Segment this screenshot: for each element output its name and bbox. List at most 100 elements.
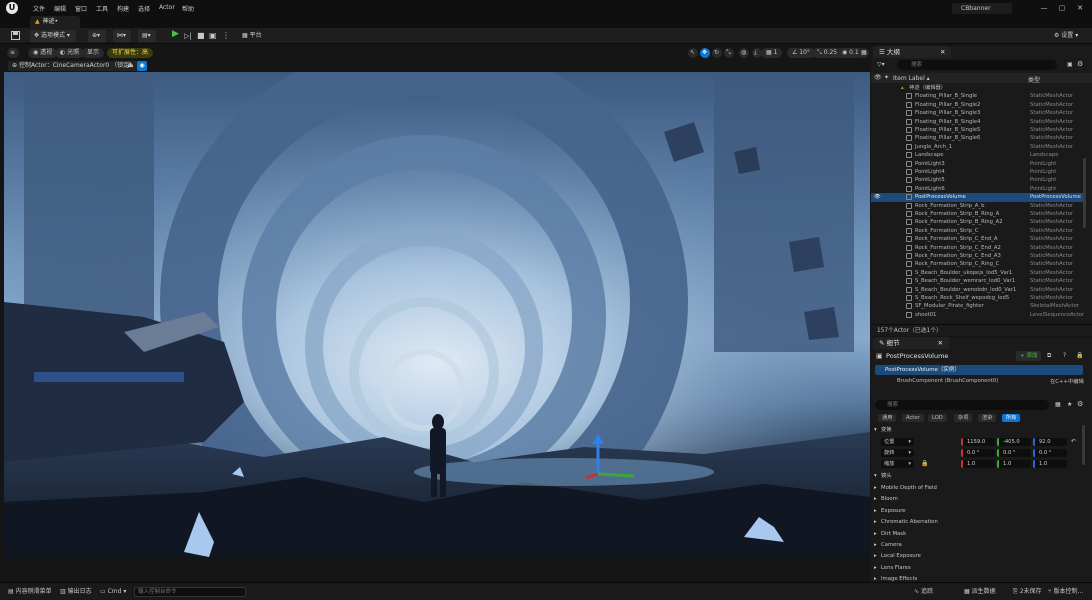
details-tab[interactable]: ✎ 细节 ✕ [873, 337, 950, 349]
visibility-header-icon[interactable]: 👁 [874, 74, 882, 81]
outliner-tab[interactable]: ☰ 大纲 ✕ [873, 46, 952, 58]
help-icon[interactable]: ? [1063, 352, 1066, 359]
pilot-actor-label[interactable]: ⊕ 控制Actor：CineCameraActor0 （锁定） [8, 61, 140, 71]
pin-header-icon[interactable]: ✦ [884, 74, 889, 81]
camera-view-icon[interactable]: ◉ [137, 61, 147, 71]
lock-icon[interactable]: 🔒 [1076, 352, 1083, 359]
outliner-row[interactable]: Rock_Formation_Strip_C_End_A3 StaticMeshA… [871, 252, 1084, 260]
save-icon[interactable] [11, 31, 20, 40]
show-button[interactable]: 显示 [82, 48, 105, 58]
outliner-row[interactable]: S_Beach_Boulder_wenobdn_lod0_Var1 StaticM… [871, 286, 1084, 294]
details-section-header[interactable]: Mobile Depth of Field [871, 483, 1084, 493]
select-tool-icon[interactable]: ↖ [688, 48, 698, 58]
outliner-row[interactable]: S_Beach_Rock_Shelf_wepodcg_lod5 StaticMes… [871, 294, 1084, 302]
location-x[interactable]: 1159.0 [961, 438, 995, 446]
instance-row[interactable]: PostProcessVolume（实例） [875, 365, 1083, 375]
perspective-button[interactable]: ◉ 透视 [28, 48, 58, 58]
outliner-settings-icon[interactable]: ⚙ [1077, 60, 1083, 68]
transform-section-header[interactable]: 变换 [871, 425, 1084, 435]
trace-button[interactable]: ∿ 追踪 [914, 587, 933, 597]
edit-cpp-link[interactable]: 在C++中编辑 [1050, 377, 1084, 385]
outliner-row[interactable]: Jungle_Arch_1 StaticMeshActor [871, 143, 1084, 151]
close-details-tab-icon[interactable]: ✕ [938, 339, 943, 347]
outliner-row[interactable]: Rock_Formation_Strip_B_Ring_A StaticMeshA… [871, 210, 1084, 218]
outliner-row[interactable]: PointLight4 PointLight [871, 168, 1084, 176]
world-space-icon[interactable]: ◍ [739, 48, 749, 58]
translate-tool-icon[interactable]: ✥ [700, 48, 710, 58]
rotation-snap-value[interactable]: ∠ 10° [787, 48, 815, 58]
filter-all[interactable]: 所有 [1002, 414, 1021, 422]
item-label-header[interactable]: Item Label ▴ [893, 75, 930, 82]
outliner-row[interactable]: Floating_Pillar_B_Single StaticMeshActor [871, 92, 1084, 100]
scale-lock-icon[interactable]: 🔒 [921, 460, 928, 467]
menu-edit[interactable]: 编辑 [54, 4, 66, 13]
layout-icon[interactable]: ▦ [859, 48, 869, 58]
outliner-row[interactable]: Landscape Landscape [871, 151, 1084, 159]
settings-button[interactable]: ⚙ 设置 ▾ [1050, 30, 1084, 42]
scalability-button[interactable]: 可扩展性：高 [107, 48, 154, 58]
details-section-header[interactable]: Bloom [871, 494, 1084, 504]
outliner-row[interactable]: PointLight6 PointLight [871, 185, 1084, 193]
outliner-row[interactable]: PointLight5 PointLight [871, 176, 1084, 184]
visibility-icon[interactable]: 👁 [874, 193, 881, 201]
filter-icon[interactable]: ▽▾ [877, 61, 885, 68]
eject-icon[interactable]: ▣ [209, 30, 217, 41]
world-root-row[interactable]: ▴ 神迹（编辑器） [871, 84, 1084, 92]
cinematics-button[interactable]: ▤▾ [138, 30, 156, 42]
filter-rendering[interactable]: 渲染 [978, 414, 997, 422]
details-section-header[interactable]: Exposure [871, 506, 1084, 516]
rotation-x[interactable]: 0.0 ° [961, 449, 995, 457]
output-log-button[interactable]: ▥ 输出日志 [60, 587, 92, 597]
menu-help[interactable]: 帮助 [182, 4, 194, 13]
console-command-input[interactable]: 输入控制台命令 [134, 587, 246, 597]
outliner-row[interactable]: S_Beach_Boulder_wemrarc_lod0_Var1 StaticM… [871, 277, 1084, 285]
scale-y[interactable]: 1.0 [997, 460, 1031, 468]
outliner-row[interactable]: S_Beach_Boulder_ukopejs_lod5_Var1 StaticM… [871, 269, 1084, 277]
menu-select[interactable]: 选择 [138, 4, 150, 13]
filter-common[interactable]: 通用 [878, 414, 897, 422]
viewport-menu-icon[interactable]: ≡ [7, 48, 19, 58]
scale-tool-icon[interactable]: ⤡ [724, 48, 734, 58]
outliner-row[interactable]: Floating_Pillar_B_Single5 StaticMeshActor [871, 126, 1084, 134]
derived-data-button[interactable]: ▦ 派生数据 [964, 587, 996, 597]
rotation-dropdown[interactable]: 旋转 ▾ [881, 449, 914, 457]
outliner-row[interactable]: Floating_Pillar_B_Single6 StaticMeshActor [871, 134, 1084, 142]
cmd-dropdown[interactable]: ▭ Cmd ▾ [100, 587, 126, 597]
unsaved-button[interactable]: ⎘ 2未保存 [1013, 587, 1042, 597]
lighting-button[interactable]: ◐ 光照 [55, 48, 85, 58]
location-z[interactable]: 92.0 [1033, 438, 1067, 446]
location-y[interactable]: -405.0 [997, 438, 1031, 446]
rotate-tool-icon[interactable]: ↻ [712, 48, 722, 58]
step-icon[interactable]: ▷| [184, 31, 192, 42]
outliner-row[interactable]: 👁 PostProcessVolume PostProcessVolume [871, 193, 1084, 202]
play-icon[interactable]: ▶ [172, 29, 179, 40]
outliner-row[interactable]: Floating_Pillar_B_Single2 StaticMeshActor [871, 101, 1084, 109]
scale-x[interactable]: 1.0 [961, 460, 995, 468]
minimize-icon[interactable]: — [1038, 3, 1050, 14]
details-section-header[interactable]: Local Exposure [871, 551, 1084, 561]
platform-button[interactable]: ▦ 平台 ▾ [238, 30, 270, 51]
outliner-search-input[interactable]: 搜索 [897, 60, 1057, 70]
favorite-icon[interactable]: ★ [1067, 401, 1072, 408]
outliner-row[interactable]: PointLight3 PointLight [871, 160, 1084, 168]
outliner-row[interactable]: Rock_Formation_Strip_C StaticMeshActor [871, 227, 1084, 235]
outliner-row[interactable]: Floating_Pillar_B_Single4 StaticMeshActor [871, 118, 1084, 126]
scale-dropdown[interactable]: 缩放 ▾ [881, 460, 914, 468]
user-account-button[interactable]: CBbanner [952, 3, 1012, 14]
rotation-y[interactable]: 0.0 ° [997, 449, 1031, 457]
rotation-z[interactable]: 0.0 ° [1033, 449, 1067, 457]
outliner-row[interactable]: Floating_Pillar_B_Single3 StaticMeshActor [871, 109, 1084, 117]
filter-actor[interactable]: Actor [902, 414, 924, 422]
outliner-row[interactable]: Rock_Formation_Strip_A_b StaticMeshActor [871, 202, 1084, 210]
maximize-icon[interactable]: ▢ [1056, 3, 1068, 14]
lens-section-header[interactable]: 镜头 [871, 471, 1084, 481]
details-section-header[interactable]: Chromatic Aberration [871, 517, 1084, 527]
outliner-row[interactable]: SF_Modular_Pirate_fighter SkeletalMeshAct… [871, 302, 1084, 310]
outliner-row[interactable]: Rock_Formation_Strip_C_End_A StaticMeshAc… [871, 235, 1084, 243]
add-component-button[interactable]: + 添加 [1016, 351, 1042, 361]
content-drawer-button[interactable]: ▤ 内容侧滑菜单 [8, 587, 52, 597]
viewport-scene[interactable] [4, 72, 870, 557]
details-section-header[interactable]: Camera [871, 540, 1084, 550]
scale-z[interactable]: 1.0 [1033, 460, 1067, 468]
details-settings-icon[interactable]: ⚙ [1077, 400, 1083, 408]
